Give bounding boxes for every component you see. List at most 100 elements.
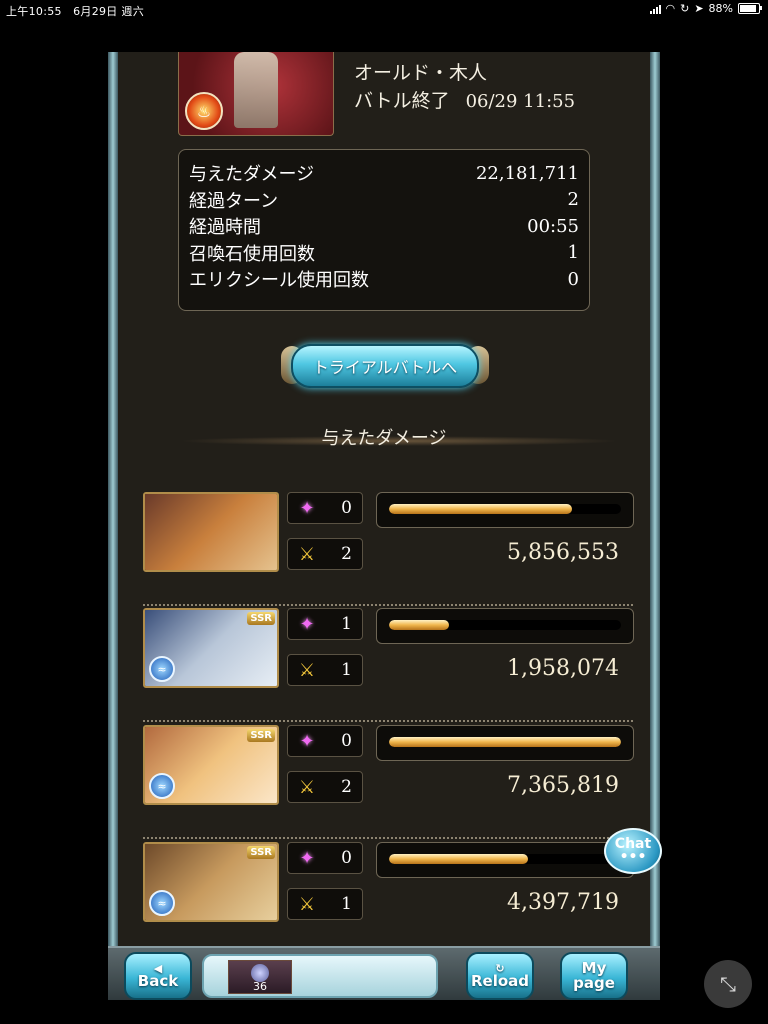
damage-bar-fill [389,504,573,514]
ssr-badge: SSR [247,612,275,625]
damage-bar [376,608,634,644]
stat-label: 経過ターン [189,190,279,212]
shrink-window-icon[interactable]: ⤡ [704,960,752,1008]
back-label: Back [137,972,179,990]
skill-count: ✦ 0 [287,492,363,524]
boss-figure [234,52,278,128]
status-bar: 上午10:55 6月29日 週六 ◠ ↻ ➤ 88% [0,0,768,20]
water-element-icon: ≈ [149,773,175,799]
skill-star-icon: ✦ [299,847,315,869]
bottom-nav-bar: ◀ Back 36 ↻ Reload My page [108,946,660,1000]
battle-result-panel[interactable]: ♨ オールド・木人 バトル終了 06/29 11:55 与えたダメージ 22,181… [118,52,650,948]
trial-battle-button[interactable]: トライアルバトルへ [281,340,489,390]
crossed-swords-icon: ⚔ [298,776,316,798]
stat-value: 22,181,711 [475,162,579,184]
back-button[interactable]: ◀ Back [124,952,192,1000]
status-indicators: ◠ ↻ ➤ 88% [649,2,762,15]
stat-value: 2 [567,189,579,211]
attack-count: ⚔ 1 [287,654,363,686]
crossed-swords-icon: ⚔ [298,659,316,681]
ap-gauge[interactable]: 36 [202,954,438,998]
party-member-row: SSR ≈ ✦ 0 ⚔ 1 4,397,719 [143,842,634,947]
attack-count-value: 1 [341,894,352,914]
character-portrait[interactable]: SSR ≈ [143,608,279,688]
party-member-row: ✦ 0 ⚔ 2 5,856,553 [143,492,634,606]
damage-value: 5,856,553 [507,540,619,565]
skill-count-value: 0 [341,498,352,518]
damage-section-title: 与えたダメージ [321,428,447,449]
frame-rail-left [108,52,118,948]
damage-value: 4,397,719 [507,890,619,915]
stat-row: 召喚石使用回数 1 [179,240,589,267]
battle-stats-box: 与えたダメージ 22,181,711 経過ターン 2 経過時間 00:55 召喚石使用… [178,149,590,311]
skill-count: ✦ 0 [287,842,363,874]
skill-star-icon: ✦ [299,497,315,519]
stat-label: 経過時間 [189,217,261,239]
stat-label: 召喚石使用回数 [189,243,315,265]
ssr-badge: SSR [247,846,275,859]
attack-count-value: 1 [341,660,352,680]
damage-bar-track [389,504,621,514]
boss-portrait: ♨ [178,52,334,136]
row-divider [143,604,633,606]
battery-percent: 88% [708,2,733,15]
reload-button[interactable]: ↻ Reload [466,952,534,1000]
boss-name: オールド・木人 [354,62,488,84]
skill-count-value: 1 [341,614,352,634]
mypage-button[interactable]: My page [560,952,628,1000]
location-icon: ➤ [694,2,704,15]
damage-bar-fill [389,620,450,630]
character-art [145,494,277,570]
chat-button[interactable]: Chat ••• [604,828,662,874]
attack-count: ⚔ 1 [287,888,363,920]
stat-label: エリクシール使用回数 [189,270,369,292]
skill-star-icon: ✦ [299,613,315,635]
stat-label: 与えたダメージ [189,164,315,186]
attack-count-value: 2 [341,544,352,564]
damage-bar [376,492,634,528]
damage-bar-track [389,620,621,630]
player-level: 36 [253,980,267,993]
stat-row: 経過時間 00:55 [179,213,589,240]
row-divider [143,837,633,839]
skill-count: ✦ 1 [287,608,363,640]
water-element-icon: ≈ [149,890,175,916]
stat-row: エリクシール使用回数 0 [179,266,589,293]
stat-row: 経過ターン 2 [179,187,589,214]
ssr-badge: SSR [247,729,275,742]
battle-datetime: 06/29 11:55 [465,91,576,112]
status-time-date: 上午10:55 6月29日 週六 [6,5,144,18]
trial-battle-label[interactable]: トライアルバトルへ [291,344,479,388]
signal-icon [649,4,661,14]
reload-label: Reload [470,972,530,990]
attack-count: ⚔ 2 [287,771,363,803]
party-member-row: SSR ≈ ✦ 0 ⚔ 2 7,365,819 [143,725,634,839]
stat-value: 0 [567,268,579,290]
character-portrait[interactable]: SSR ≈ [143,842,279,922]
character-portrait[interactable] [143,492,279,572]
battle-status-text: バトル終了 [354,90,450,112]
skill-count-value: 0 [341,848,352,868]
damage-bar [376,842,634,878]
fire-element-icon: ♨ [185,92,223,130]
crossed-swords-icon: ⚔ [298,893,316,915]
stat-value: 00:55 [527,215,579,237]
lock-rotation-icon: ↻ [680,2,690,15]
damage-bar [376,725,634,761]
skill-count-value: 0 [341,731,352,751]
skill-count: ✦ 0 [287,725,363,757]
player-avatar: 36 [228,960,292,994]
attack-count: ⚔ 2 [287,538,363,570]
damage-value: 7,365,819 [507,773,619,798]
crossed-swords-icon: ⚔ [298,543,316,565]
stat-row: 与えたダメージ 22,181,711 [179,160,589,187]
battle-status: バトル終了 06/29 11:55 [354,86,575,113]
row-divider [143,720,633,722]
wifi-icon: ◠ [665,2,676,15]
chat-dots-icon: ••• [619,849,647,865]
water-element-icon: ≈ [149,656,175,682]
party-member-row: SSR ≈ ✦ 1 ⚔ 1 1,958,074 [143,608,634,722]
damage-bar-fill [389,854,529,864]
attack-count-value: 2 [341,777,352,797]
character-portrait[interactable]: SSR ≈ [143,725,279,805]
